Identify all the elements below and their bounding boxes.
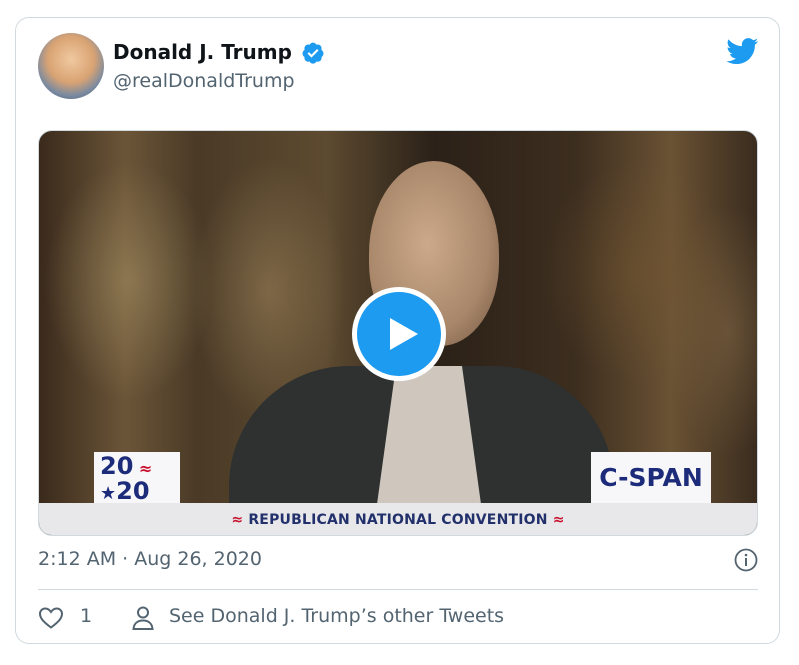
tweet-timestamp[interactable]: 2:12 AM · Aug 26, 2020 xyxy=(38,548,262,570)
divider xyxy=(38,589,758,590)
play-button[interactable] xyxy=(352,287,446,381)
author-handle[interactable]: @realDonaldTrump xyxy=(113,70,295,92)
like-count[interactable]: 1 xyxy=(80,605,92,627)
logo-bottom-text: 20 xyxy=(116,477,150,505)
info-icon[interactable] xyxy=(734,548,758,572)
see-other-tweets-link[interactable]: See Donald J. Trump’s other Tweets xyxy=(169,605,504,627)
convention-title: REPUBLICAN NATIONAL CONVENTION xyxy=(248,512,548,528)
heart-icon[interactable] xyxy=(38,606,64,630)
play-icon xyxy=(390,318,418,350)
cspan-logo: C-SPAN xyxy=(591,452,711,504)
person-icon xyxy=(132,606,154,630)
verified-badge-icon xyxy=(302,42,324,64)
logo-top-text: 20 xyxy=(100,452,134,480)
video-player[interactable]: 20 ≈ ★20 C-SPAN ≈ REPUBLICAN NATIONAL CO… xyxy=(38,130,758,536)
avatar[interactable] xyxy=(38,33,104,99)
convention-2020-logo: 20 ≈ ★20 xyxy=(94,452,180,504)
lower-third-text: ≈ REPUBLICAN NATIONAL CONVENTION ≈ xyxy=(231,512,565,528)
tweet-card[interactable]: Donald J. Trump @realDonaldTrump 20 ≈ ★2… xyxy=(15,17,780,644)
author-name[interactable]: Donald J. Trump xyxy=(113,40,292,64)
twitter-bird-icon[interactable] xyxy=(726,38,759,65)
